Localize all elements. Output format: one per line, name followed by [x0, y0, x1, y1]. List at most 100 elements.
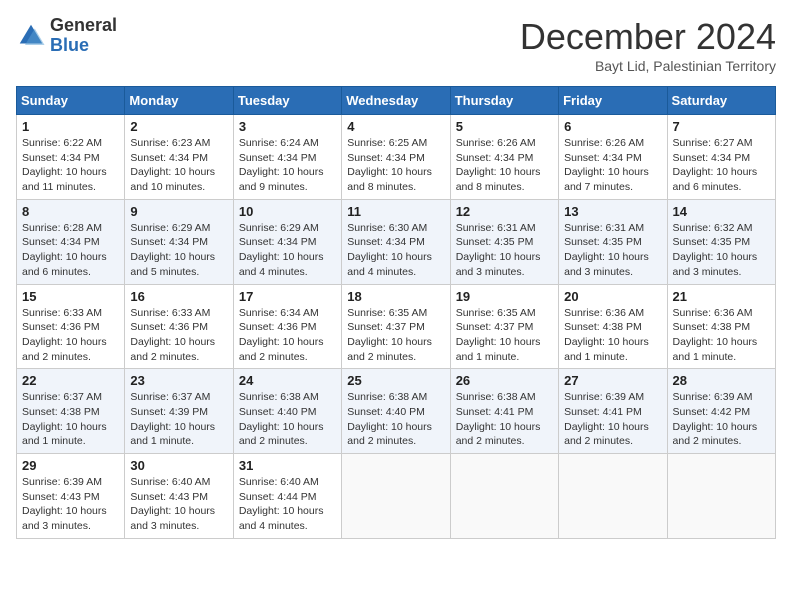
day-detail: Sunrise: 6:34 AM Sunset: 4:36 PM Dayligh…	[239, 306, 336, 365]
day-number: 8	[22, 204, 119, 219]
day-detail: Sunrise: 6:37 AM Sunset: 4:38 PM Dayligh…	[22, 390, 119, 449]
calendar-cell: 29 Sunrise: 6:39 AM Sunset: 4:43 PM Dayl…	[17, 454, 125, 539]
day-detail: Sunrise: 6:35 AM Sunset: 4:37 PM Dayligh…	[347, 306, 444, 365]
day-number: 10	[239, 204, 336, 219]
day-number: 17	[239, 289, 336, 304]
logo: General Blue	[16, 16, 117, 56]
calendar-cell: 1 Sunrise: 6:22 AM Sunset: 4:34 PM Dayli…	[17, 115, 125, 200]
calendar-week-row: 22 Sunrise: 6:37 AM Sunset: 4:38 PM Dayl…	[17, 369, 776, 454]
calendar-cell: 30 Sunrise: 6:40 AM Sunset: 4:43 PM Dayl…	[125, 454, 233, 539]
day-number: 9	[130, 204, 227, 219]
day-detail: Sunrise: 6:23 AM Sunset: 4:34 PM Dayligh…	[130, 136, 227, 195]
calendar-cell: 21 Sunrise: 6:36 AM Sunset: 4:38 PM Dayl…	[667, 284, 775, 369]
day-detail: Sunrise: 6:33 AM Sunset: 4:36 PM Dayligh…	[130, 306, 227, 365]
day-number: 18	[347, 289, 444, 304]
logo-text: General Blue	[50, 16, 117, 56]
calendar-cell	[559, 454, 667, 539]
day-detail: Sunrise: 6:27 AM Sunset: 4:34 PM Dayligh…	[673, 136, 770, 195]
col-header-tuesday: Tuesday	[233, 87, 341, 115]
day-detail: Sunrise: 6:22 AM Sunset: 4:34 PM Dayligh…	[22, 136, 119, 195]
title-block: December 2024 Bayt Lid, Palestinian Terr…	[520, 16, 776, 74]
day-detail: Sunrise: 6:26 AM Sunset: 4:34 PM Dayligh…	[564, 136, 661, 195]
day-detail: Sunrise: 6:39 AM Sunset: 4:43 PM Dayligh…	[22, 475, 119, 534]
calendar-cell: 4 Sunrise: 6:25 AM Sunset: 4:34 PM Dayli…	[342, 115, 450, 200]
day-number: 23	[130, 373, 227, 388]
day-detail: Sunrise: 6:37 AM Sunset: 4:39 PM Dayligh…	[130, 390, 227, 449]
day-number: 1	[22, 119, 119, 134]
day-number: 26	[456, 373, 553, 388]
calendar-cell: 31 Sunrise: 6:40 AM Sunset: 4:44 PM Dayl…	[233, 454, 341, 539]
calendar-cell: 28 Sunrise: 6:39 AM Sunset: 4:42 PM Dayl…	[667, 369, 775, 454]
calendar-cell: 16 Sunrise: 6:33 AM Sunset: 4:36 PM Dayl…	[125, 284, 233, 369]
calendar-cell: 27 Sunrise: 6:39 AM Sunset: 4:41 PM Dayl…	[559, 369, 667, 454]
col-header-wednesday: Wednesday	[342, 87, 450, 115]
calendar-cell: 11 Sunrise: 6:30 AM Sunset: 4:34 PM Dayl…	[342, 199, 450, 284]
day-detail: Sunrise: 6:40 AM Sunset: 4:43 PM Dayligh…	[130, 475, 227, 534]
calendar-cell: 13 Sunrise: 6:31 AM Sunset: 4:35 PM Dayl…	[559, 199, 667, 284]
day-number: 31	[239, 458, 336, 473]
day-detail: Sunrise: 6:35 AM Sunset: 4:37 PM Dayligh…	[456, 306, 553, 365]
calendar-cell	[450, 454, 558, 539]
logo-general-text: General	[50, 16, 117, 36]
col-header-sunday: Sunday	[17, 87, 125, 115]
logo-icon	[16, 21, 46, 51]
day-number: 13	[564, 204, 661, 219]
calendar-cell: 10 Sunrise: 6:29 AM Sunset: 4:34 PM Dayl…	[233, 199, 341, 284]
day-detail: Sunrise: 6:31 AM Sunset: 4:35 PM Dayligh…	[456, 221, 553, 280]
page-header: General Blue December 2024 Bayt Lid, Pal…	[16, 16, 776, 74]
calendar-cell: 26 Sunrise: 6:38 AM Sunset: 4:41 PM Dayl…	[450, 369, 558, 454]
col-header-thursday: Thursday	[450, 87, 558, 115]
day-number: 12	[456, 204, 553, 219]
calendar-cell: 17 Sunrise: 6:34 AM Sunset: 4:36 PM Dayl…	[233, 284, 341, 369]
day-detail: Sunrise: 6:33 AM Sunset: 4:36 PM Dayligh…	[22, 306, 119, 365]
day-number: 20	[564, 289, 661, 304]
day-number: 7	[673, 119, 770, 134]
col-header-monday: Monday	[125, 87, 233, 115]
calendar-cell: 22 Sunrise: 6:37 AM Sunset: 4:38 PM Dayl…	[17, 369, 125, 454]
day-number: 25	[347, 373, 444, 388]
calendar-week-row: 1 Sunrise: 6:22 AM Sunset: 4:34 PM Dayli…	[17, 115, 776, 200]
day-number: 27	[564, 373, 661, 388]
calendar-cell: 3 Sunrise: 6:24 AM Sunset: 4:34 PM Dayli…	[233, 115, 341, 200]
day-detail: Sunrise: 6:29 AM Sunset: 4:34 PM Dayligh…	[130, 221, 227, 280]
day-detail: Sunrise: 6:30 AM Sunset: 4:34 PM Dayligh…	[347, 221, 444, 280]
logo-blue-text: Blue	[50, 36, 117, 56]
calendar-cell: 14 Sunrise: 6:32 AM Sunset: 4:35 PM Dayl…	[667, 199, 775, 284]
month-title: December 2024	[520, 16, 776, 58]
day-number: 11	[347, 204, 444, 219]
day-detail: Sunrise: 6:38 AM Sunset: 4:41 PM Dayligh…	[456, 390, 553, 449]
day-number: 30	[130, 458, 227, 473]
day-detail: Sunrise: 6:38 AM Sunset: 4:40 PM Dayligh…	[239, 390, 336, 449]
day-detail: Sunrise: 6:26 AM Sunset: 4:34 PM Dayligh…	[456, 136, 553, 195]
day-number: 22	[22, 373, 119, 388]
calendar-cell: 7 Sunrise: 6:27 AM Sunset: 4:34 PM Dayli…	[667, 115, 775, 200]
calendar-cell: 20 Sunrise: 6:36 AM Sunset: 4:38 PM Dayl…	[559, 284, 667, 369]
calendar-cell: 19 Sunrise: 6:35 AM Sunset: 4:37 PM Dayl…	[450, 284, 558, 369]
day-detail: Sunrise: 6:39 AM Sunset: 4:41 PM Dayligh…	[564, 390, 661, 449]
day-detail: Sunrise: 6:28 AM Sunset: 4:34 PM Dayligh…	[22, 221, 119, 280]
calendar-cell: 6 Sunrise: 6:26 AM Sunset: 4:34 PM Dayli…	[559, 115, 667, 200]
day-number: 24	[239, 373, 336, 388]
calendar-cell	[342, 454, 450, 539]
day-detail: Sunrise: 6:25 AM Sunset: 4:34 PM Dayligh…	[347, 136, 444, 195]
day-number: 19	[456, 289, 553, 304]
day-number: 29	[22, 458, 119, 473]
calendar-header-row: SundayMondayTuesdayWednesdayThursdayFrid…	[17, 87, 776, 115]
calendar-cell: 18 Sunrise: 6:35 AM Sunset: 4:37 PM Dayl…	[342, 284, 450, 369]
day-detail: Sunrise: 6:36 AM Sunset: 4:38 PM Dayligh…	[673, 306, 770, 365]
day-detail: Sunrise: 6:32 AM Sunset: 4:35 PM Dayligh…	[673, 221, 770, 280]
calendar-week-row: 8 Sunrise: 6:28 AM Sunset: 4:34 PM Dayli…	[17, 199, 776, 284]
calendar-cell: 2 Sunrise: 6:23 AM Sunset: 4:34 PM Dayli…	[125, 115, 233, 200]
day-detail: Sunrise: 6:29 AM Sunset: 4:34 PM Dayligh…	[239, 221, 336, 280]
day-detail: Sunrise: 6:39 AM Sunset: 4:42 PM Dayligh…	[673, 390, 770, 449]
col-header-friday: Friday	[559, 87, 667, 115]
calendar-cell: 24 Sunrise: 6:38 AM Sunset: 4:40 PM Dayl…	[233, 369, 341, 454]
day-number: 28	[673, 373, 770, 388]
day-detail: Sunrise: 6:40 AM Sunset: 4:44 PM Dayligh…	[239, 475, 336, 534]
day-detail: Sunrise: 6:38 AM Sunset: 4:40 PM Dayligh…	[347, 390, 444, 449]
day-number: 15	[22, 289, 119, 304]
calendar-cell: 8 Sunrise: 6:28 AM Sunset: 4:34 PM Dayli…	[17, 199, 125, 284]
calendar-cell: 9 Sunrise: 6:29 AM Sunset: 4:34 PM Dayli…	[125, 199, 233, 284]
calendar-cell: 23 Sunrise: 6:37 AM Sunset: 4:39 PM Dayl…	[125, 369, 233, 454]
day-detail: Sunrise: 6:31 AM Sunset: 4:35 PM Dayligh…	[564, 221, 661, 280]
